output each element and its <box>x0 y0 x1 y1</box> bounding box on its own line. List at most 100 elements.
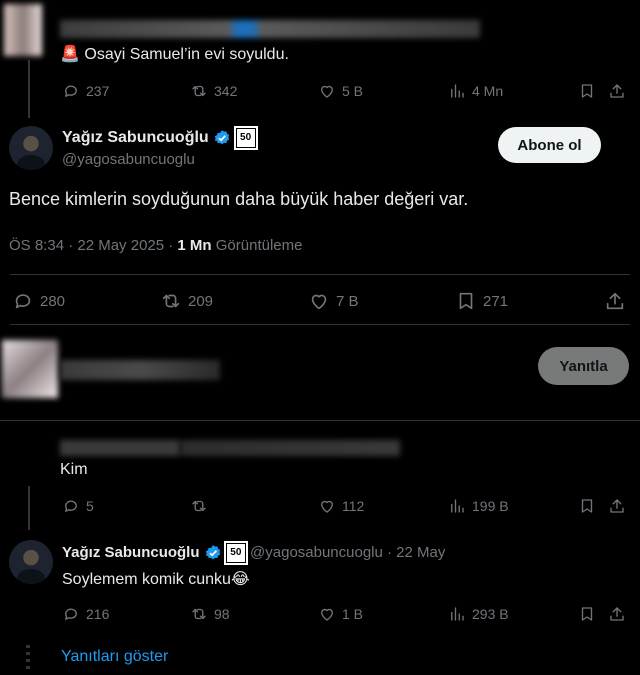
share-button[interactable] <box>608 497 626 515</box>
bookmark-icon <box>459 292 473 310</box>
share-button[interactable] <box>604 290 626 312</box>
repost-icon <box>192 85 206 97</box>
repost-icon <box>192 608 206 620</box>
repost-icon <box>192 500 206 512</box>
thread-line <box>28 486 30 530</box>
show-replies-link[interactable]: Yanıtları göster <box>61 648 168 666</box>
reply-icon <box>65 85 77 97</box>
reply-icon <box>65 608 77 620</box>
like-count: 112 <box>342 498 365 514</box>
blurred-username <box>60 440 180 456</box>
display-name[interactable]: Yağız Sabuncuoğlu <box>62 129 209 146</box>
like-count: 1 B <box>342 606 364 622</box>
share-button[interactable] <box>608 605 626 623</box>
affiliate-badge: 50 <box>223 541 248 565</box>
share-icon <box>610 499 624 513</box>
bookmark-button[interactable] <box>578 497 596 515</box>
views-count: 199 B <box>472 498 509 514</box>
reply-text: Soylemem komik cunku😂 <box>62 571 250 588</box>
avatar[interactable] <box>9 126 53 170</box>
views-label: Görüntüleme <box>211 237 303 254</box>
reply-submit-button[interactable]: Yanıtla <box>538 347 629 385</box>
repost-icon <box>162 294 180 308</box>
like-count: 5 B <box>342 83 364 99</box>
views-button[interactable]: 293 B <box>448 605 509 623</box>
main-tweet-text: Bence kimlerin soyduğunun daha büyük hab… <box>9 189 469 209</box>
display-name[interactable]: Yağız Sabuncuoğlu <box>62 544 200 561</box>
more-replies-dots-icon <box>26 645 30 669</box>
author-row: Yağız Sabuncuoğlu 50 @yagosabuncuoglu · … <box>62 541 445 565</box>
share-icon <box>606 292 624 310</box>
handle[interactable]: @yagosabuncuoglu <box>62 151 195 168</box>
divider <box>10 274 630 275</box>
reply-icon <box>15 294 31 309</box>
reply-button[interactable]: 237 <box>62 82 109 100</box>
analytics-icon <box>451 499 464 513</box>
reply-submit-label: Yanıtla <box>559 357 608 375</box>
composer-avatar <box>2 340 58 398</box>
reply-button[interactable]: 5 <box>62 497 94 515</box>
repost-button[interactable]: 98 <box>190 605 230 623</box>
author-name-row[interactable]: Yağız Sabuncuoğlu 50 <box>62 126 258 150</box>
bookmark-count: 271 <box>483 292 509 310</box>
divider <box>10 324 630 325</box>
follow-label: Abone ol <box>517 136 582 154</box>
tweet-text: 🚨 Osayi Samuel’in evi soyuldu. <box>60 44 289 64</box>
share-icon <box>610 607 624 621</box>
reply-count: 280 <box>40 292 66 310</box>
heart-icon <box>311 294 327 310</box>
like-button[interactable]: 5 B <box>318 82 363 100</box>
views-button[interactable]: 4 Mn <box>448 82 503 100</box>
heart-icon <box>321 500 333 513</box>
repost-count: 209 <box>188 292 214 310</box>
composer-placeholder[interactable] <box>60 360 220 380</box>
follow-button[interactable]: Abone ol <box>498 127 601 163</box>
reply-count: 237 <box>86 83 110 99</box>
views-count: 4 Mn <box>472 83 504 99</box>
bookmark-icon <box>581 607 593 621</box>
share-button[interactable] <box>608 82 626 100</box>
reply-icon <box>65 500 77 512</box>
affiliate-badge: 50 <box>233 126 258 150</box>
bookmark-icon <box>581 84 593 98</box>
views-count: 1 Mn <box>177 237 212 254</box>
reply-button[interactable]: 216 <box>62 605 109 623</box>
reply-count: 5 <box>86 498 94 514</box>
handle-and-date[interactable]: @yagosabuncuoglu · 22 May <box>250 544 445 561</box>
repost-button[interactable]: 342 <box>190 82 237 100</box>
blurred-handle <box>180 440 400 456</box>
siren-emoji: 🚨 <box>60 46 80 63</box>
repost-count: 98 <box>214 606 230 622</box>
analytics-icon <box>451 84 464 98</box>
like-button[interactable]: 1 B <box>318 605 363 623</box>
thread-line <box>28 60 30 118</box>
views-count: 293 B <box>472 606 509 622</box>
analytics-icon <box>451 607 464 621</box>
verified-badge-icon <box>205 545 220 560</box>
heart-icon <box>321 608 333 621</box>
bookmark-icon <box>581 499 593 513</box>
reply-count: 216 <box>86 606 110 622</box>
like-count: 7 B <box>336 292 359 310</box>
repost-button[interactable] <box>190 497 214 515</box>
reply-text: Kim <box>60 461 88 478</box>
views-button[interactable]: 199 B <box>448 497 509 515</box>
bookmark-button[interactable]: 271 <box>455 290 508 312</box>
tweet-metadata: ÖS 8:34 · 22 May 2025 · 1 Mn Görüntüleme <box>9 237 302 254</box>
repost-count: 342 <box>214 83 238 99</box>
blurred-username <box>60 20 480 38</box>
repost-button[interactable]: 209 <box>160 290 213 312</box>
like-button[interactable]: 7 B <box>308 290 359 312</box>
blurred-avatar[interactable] <box>4 4 42 56</box>
share-icon <box>610 84 624 98</box>
divider <box>0 420 640 421</box>
verified-badge-icon <box>215 130 230 145</box>
bookmark-button[interactable] <box>578 605 596 623</box>
bookmark-button[interactable] <box>578 82 596 100</box>
like-button[interactable]: 112 <box>318 497 364 515</box>
top-reply-text: Osayi Samuel’in evi soyuldu. <box>84 46 289 63</box>
heart-icon <box>321 85 333 98</box>
avatar[interactable] <box>9 540 53 584</box>
reply-button[interactable]: 280 <box>12 290 65 312</box>
timestamp-link[interactable]: ÖS 8:34 · 22 May 2025 · <box>9 237 177 254</box>
